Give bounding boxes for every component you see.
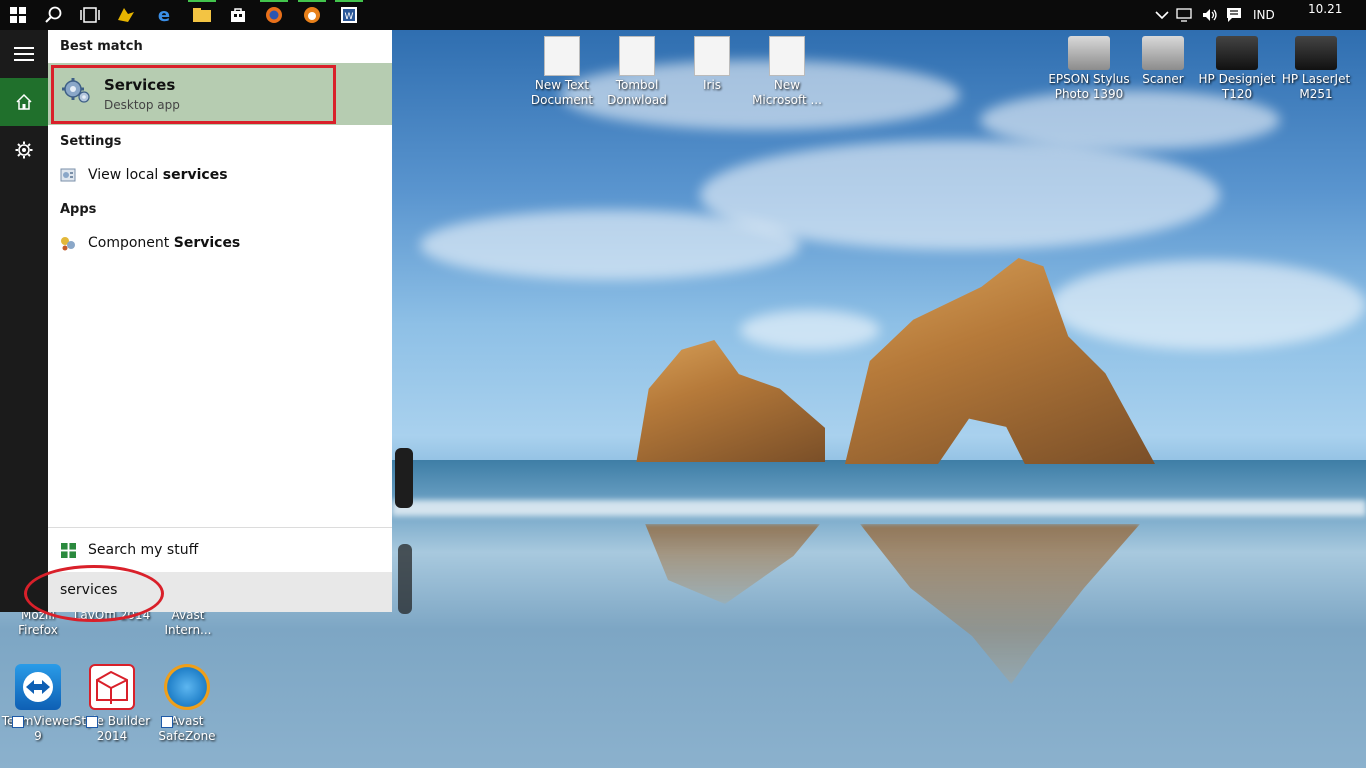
shield-app-icon[interactable] (114, 3, 138, 27)
windows-logo-icon[interactable] (6, 3, 30, 27)
language-indicator[interactable]: IND (1253, 0, 1275, 30)
avast-safezone-icon (164, 664, 210, 710)
component-services-icon (48, 234, 88, 252)
desktop-icon-teamviewer[interactable]: TeamViewer 9 (0, 664, 78, 744)
result-view-local-services[interactable]: View local services (48, 159, 392, 191)
desktop-icon-scaner[interactable]: Scaner (1123, 30, 1203, 87)
document-icon (544, 36, 580, 76)
printer-icon (1216, 36, 1258, 70)
control-panel-icon (48, 166, 88, 184)
search-my-stuff-label: Search my stuff (88, 542, 199, 558)
desktop-icon-tombol-donwload[interactable]: Tombol Donwload (597, 36, 677, 108)
desktop-icon-style-builder[interactable]: Style Builder 2014 (72, 664, 152, 744)
clock[interactable]: 10.21 (1308, 0, 1342, 24)
gear-icon[interactable] (0, 126, 48, 174)
search-icon[interactable] (42, 3, 66, 27)
svg-text:W: W (345, 12, 354, 22)
desktop-icon-iris[interactable]: Iris (672, 36, 752, 93)
section-settings: Settings (60, 134, 122, 149)
printer-icon (1068, 36, 1110, 70)
edge-icon[interactable]: e (152, 3, 176, 27)
desktop-icon-epson-stylus[interactable]: EPSON Stylus Photo 1390 (1047, 30, 1131, 102)
desktop-icon-new-microsoft[interactable]: New Microsoft ... (747, 36, 827, 108)
highlight-box (51, 65, 336, 124)
result-component-services[interactable]: Component Services (48, 227, 392, 259)
desktop-icon-new-text-document[interactable]: New Text Document (522, 36, 602, 108)
section-apps: Apps (60, 202, 97, 217)
desktop-icon-avast-internet[interactable]: Avast Intern... (148, 608, 228, 638)
result-label: Component Services (88, 235, 241, 251)
teamviewer-icon (15, 664, 61, 710)
firefox-icon[interactable] (262, 3, 286, 27)
search-results-panel: Best match Services Desktop app Settings… (48, 30, 392, 612)
task-view-icon[interactable] (78, 3, 102, 27)
network-icon[interactable] (1173, 3, 1197, 27)
chevron-up-icon[interactable] (1150, 3, 1174, 27)
volume-icon[interactable] (1198, 3, 1222, 27)
result-label: View local services (88, 167, 228, 183)
desktop-icon-avast-safezone[interactable]: Avast SafeZone (147, 664, 227, 744)
file-explorer-icon[interactable] (190, 3, 214, 27)
shortcut-arrow-icon (86, 716, 98, 728)
document-icon (619, 36, 655, 76)
document-icon (694, 36, 730, 76)
style-builder-icon (89, 664, 135, 710)
section-best-match: Best match (60, 39, 143, 54)
divider (48, 527, 392, 528)
desktop-icon-hp-laserjet[interactable]: HP LaserJet M251 (1276, 30, 1356, 102)
start-rail (0, 30, 48, 612)
store-icon[interactable] (226, 3, 250, 27)
windows-logo-icon (48, 542, 88, 558)
highlight-ellipse (24, 565, 164, 622)
hamburger-menu-icon[interactable] (0, 30, 48, 78)
home-icon[interactable] (0, 78, 48, 126)
scanner-icon (1142, 36, 1184, 70)
shortcut-arrow-icon (161, 716, 173, 728)
search-my-stuff-button[interactable]: Search my stuff (48, 534, 392, 566)
shortcut-arrow-icon (12, 716, 24, 728)
taskbar: e W IND 10.21 (0, 0, 1366, 30)
weibo-icon[interactable] (300, 3, 324, 27)
action-center-icon[interactable] (1222, 3, 1246, 27)
printer-icon (1295, 36, 1337, 70)
word-document-icon (769, 36, 805, 76)
word-icon[interactable]: W (337, 3, 361, 27)
desktop-icon-hp-designjet[interactable]: HP Designjet T120 (1197, 30, 1277, 102)
